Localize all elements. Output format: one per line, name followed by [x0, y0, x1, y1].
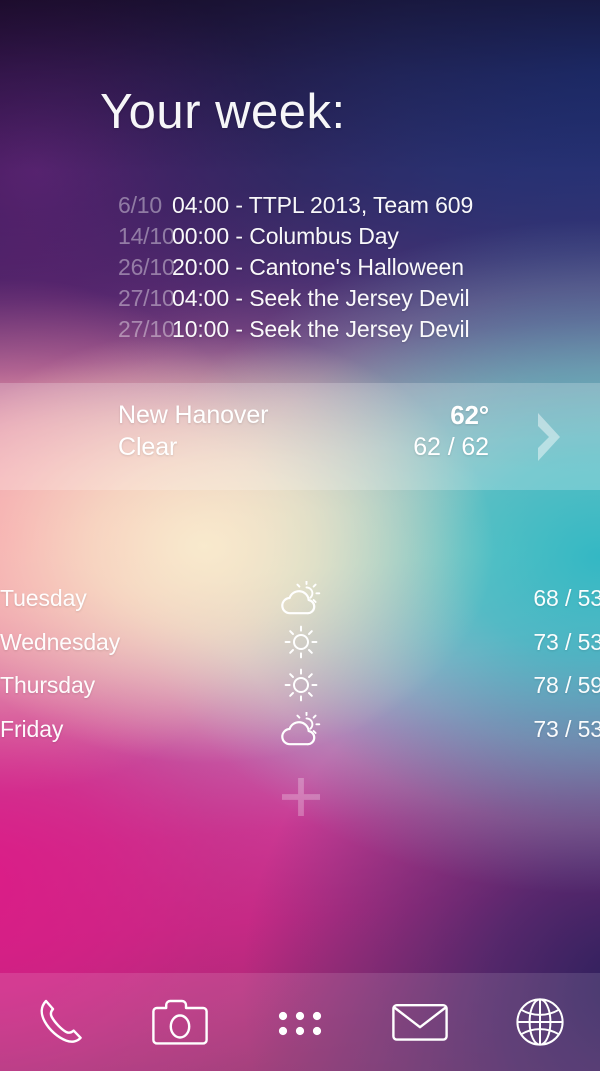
agenda-list: 6/10 04:00 - TTPL 2013, Team 609 14/10 0… — [0, 190, 600, 345]
home-screen: Your week: 6/10 04:00 - TTPL 2013, Team … — [0, 0, 600, 1071]
camera-icon — [151, 997, 209, 1047]
sun-icon — [278, 668, 324, 702]
weather-city: New Hanover — [118, 401, 269, 429]
forecast-row[interactable]: Tuesday 68 / 53 — [0, 580, 600, 627]
agenda-item-text: 20:00 - Cantone's Halloween — [172, 254, 464, 280]
forecast-temps: 73 / 53 — [533, 628, 600, 655]
agenda-item[interactable]: 6/10 04:00 - TTPL 2013, Team 609 — [0, 190, 600, 221]
forecast-row[interactable]: Wednesday 73 / 53 — [0, 625, 600, 671]
agenda-item-text: 04:00 - TTPL 2013, Team 609 — [172, 192, 474, 218]
agenda-item-text: 04:00 - Seek the Jersey Devil — [172, 285, 470, 311]
plus-icon — [282, 778, 320, 816]
dock-item-browser[interactable] — [494, 986, 586, 1058]
dock-item-phone[interactable] — [14, 986, 106, 1058]
forecast-day: Friday — [0, 715, 64, 742]
agenda-item-date: 27/10 — [118, 285, 175, 311]
dock-item-app-drawer[interactable] — [254, 986, 346, 1058]
forecast-day: Wednesday — [0, 628, 121, 655]
agenda-item[interactable]: 27/10 04:00 - Seek the Jersey Devil — [0, 283, 600, 314]
agenda-item[interactable]: 26/10 20:00 - Cantone's Halloween — [0, 252, 600, 283]
weather-high-low: 62 / 62 — [413, 433, 489, 461]
agenda-item-date: 27/10 — [118, 316, 175, 342]
forecast-row[interactable]: Thursday 78 / 59 — [0, 668, 600, 714]
forecast-row[interactable]: Friday 73 / 53 — [0, 710, 600, 758]
agenda-item[interactable]: 27/10 10:00 - Seek the Jersey Devil — [0, 314, 600, 345]
partly-cloudy-icon — [278, 710, 324, 746]
agenda-item[interactable]: 14/10 00:00 - Columbus Day — [0, 221, 600, 252]
agenda-item-date: 14/10 — [118, 223, 175, 249]
add-location-button[interactable] — [282, 778, 320, 816]
agenda-item-date: 6/10 — [118, 192, 162, 218]
forecast-temps: 73 / 53 — [533, 715, 600, 742]
mail-icon — [391, 1000, 449, 1044]
weather-condition: Clear — [118, 433, 178, 461]
sun-icon — [278, 625, 324, 659]
agenda-item-date: 26/10 — [118, 254, 175, 280]
partly-cloudy-icon — [278, 580, 324, 615]
agenda-item-text: 00:00 - Columbus Day — [172, 223, 399, 249]
dock-item-camera[interactable] — [134, 986, 226, 1058]
forecast-day: Tuesday — [0, 585, 87, 611]
forecast-list: Tuesday 68 / 53 Wednesday 73 / 53 Thursd… — [0, 580, 600, 758]
app-drawer-icon — [277, 1007, 323, 1037]
chevron-right-icon[interactable] — [533, 410, 565, 464]
dock-item-mail[interactable] — [374, 986, 466, 1058]
forecast-day: Thursday — [0, 672, 96, 698]
agenda-item-text: 10:00 - Seek the Jersey Devil — [172, 316, 470, 342]
page-title: Your week: — [100, 85, 346, 139]
forecast-temps: 78 / 59 — [533, 672, 600, 698]
phone-icon — [34, 996, 86, 1048]
current-weather-panel[interactable]: New Hanover Clear 62° 62 / 62 — [0, 383, 600, 490]
weather-temperature: 62° — [450, 400, 489, 430]
forecast-temps: 68 / 53 — [533, 585, 600, 611]
dock — [0, 973, 600, 1071]
globe-icon — [514, 996, 566, 1048]
